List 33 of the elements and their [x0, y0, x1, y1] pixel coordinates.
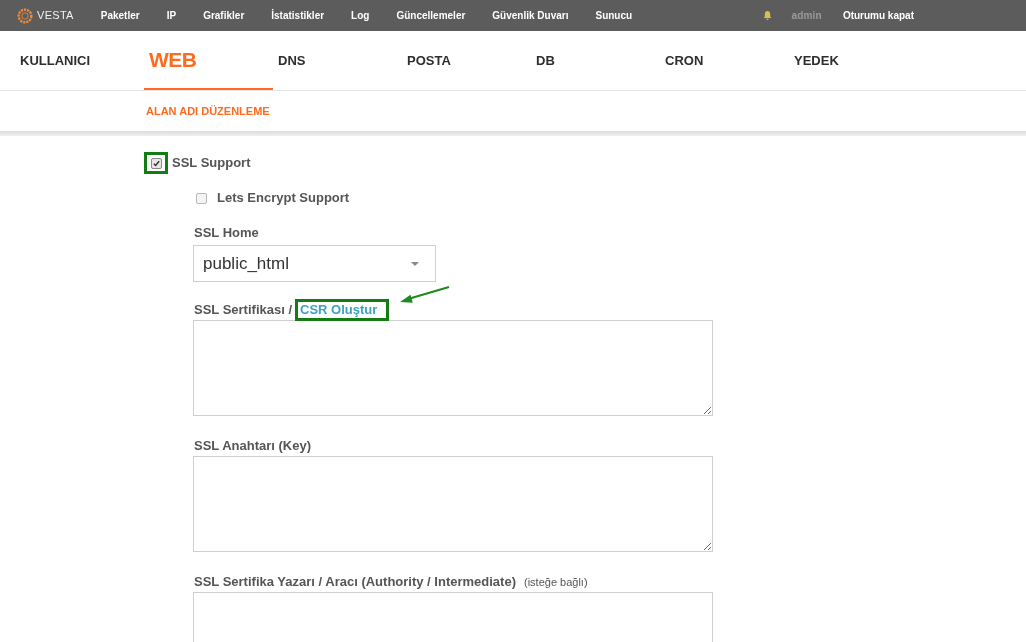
text-area[interactable]: [193, 320, 713, 416]
checkbox[interactable]: [196, 192, 207, 204]
text-area[interactable]: [193, 456, 713, 552]
checkbox-label: Lets Encrypt Support: [217, 189, 350, 208]
checkbox[interactable]: [150, 157, 162, 169]
nav-tab[interactable]: DB: [531, 31, 660, 90]
menu-link[interactable]: IP: [166, 8, 177, 23]
menu-link[interactable]: Güvenlik Duvarı: [492, 8, 569, 23]
menu-link[interactable]: Paketler: [100, 8, 140, 23]
field-label: SSL Sertifikası /: [193, 301, 293, 320]
caret-icon: [411, 261, 419, 266]
check-icon: [152, 159, 160, 167]
menu-link[interactable]: Güncellemeler: [396, 8, 466, 23]
page-heading: ALAN ADI DÜZENLEME: [146, 103, 270, 119]
field-label: SSL Home: [193, 225, 259, 241]
nav-tab[interactable]: POSTA: [402, 31, 531, 90]
optional-note: (isteğe bağlı): [524, 574, 588, 590]
menu-link[interactable]: Grafikler: [203, 8, 245, 23]
field-label: SSL Sertifika Yazarı / Aracı (Authority / Intermediate): [193, 573, 516, 592]
nav-tab[interactable]: YEDEK: [789, 31, 918, 90]
logo-text: VESTA: [37, 8, 74, 24]
menu-link[interactable]: Log: [351, 8, 370, 23]
menu-link[interactable]: İstatistikler: [271, 8, 325, 23]
dropdown[interactable]: public_html: [193, 245, 436, 282]
logo-icon: [17, 7, 33, 24]
logout-link[interactable]: Oturumu kapat: [842, 8, 914, 23]
bell-icon[interactable]: [763, 10, 773, 21]
checkbox-label: SSL Support: [172, 154, 251, 173]
menu-link[interactable]: Sunucu: [595, 8, 633, 23]
field-label: SSL Anahtarı (Key): [193, 437, 312, 456]
nav-tab[interactable]: DNS: [273, 31, 402, 90]
nav-tab[interactable]: CRON: [660, 31, 789, 90]
nav-tab[interactable]: KULLANICI: [15, 31, 144, 90]
